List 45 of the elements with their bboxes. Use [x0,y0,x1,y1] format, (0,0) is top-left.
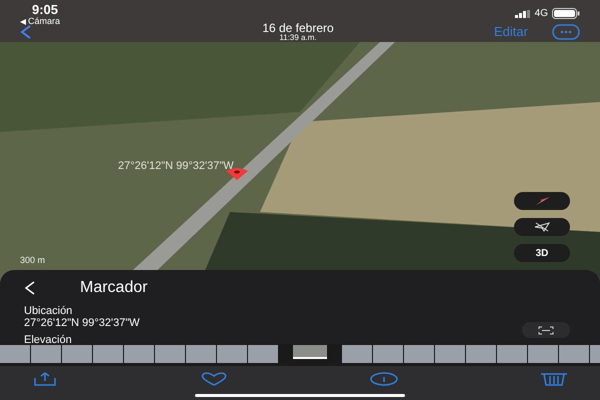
date-title: 16 de febrero [262,22,334,34]
photo-thumbnail[interactable] [497,345,527,363]
photo-thumbnail[interactable] [186,345,216,363]
photo-thumbnail[interactable] [0,345,30,363]
photo-thumbnail[interactable] [124,345,154,363]
more-icon[interactable] [552,24,580,40]
elevation-label: Elevación [24,335,72,346]
compass-icon [534,196,550,206]
photo-thumbnail[interactable] [293,345,327,359]
time-subtitle: 11:39 a.m. [279,34,317,42]
3d-view-button[interactable]: 3D [514,244,570,262]
back-to-app-link[interactable]: Cámara [28,17,60,26]
location-arrow-icon [534,222,550,232]
signal-icon [514,10,531,18]
panel-title: Marcador [80,278,148,298]
expand-button[interactable] [522,322,570,338]
photo-thumbnail[interactable] [155,345,185,363]
photo-thumbnail[interactable] [248,345,278,363]
location-value: 27°26'12"N 99°32'37"W [24,318,140,329]
back-arrow-icon [20,18,26,24]
scale-label: 300 m [20,254,46,267]
expand-icon [538,326,554,334]
status-time: 9:05 [32,3,60,16]
photo-thumbnail[interactable] [466,345,496,363]
compass-button[interactable] [514,192,570,210]
photo-thumbnail[interactable] [93,345,123,363]
photo-thumbnail[interactable] [342,345,372,363]
share-icon[interactable] [32,372,58,386]
coordinate-label: 27°26'12"N 99°32'37"W [118,159,234,174]
map-pin-icon[interactable] [226,168,248,180]
battery-icon [552,8,580,19]
photo-thumbnail[interactable] [373,345,403,363]
photo-thumbnail[interactable] [528,345,558,363]
info-icon[interactable] [369,372,400,386]
tracking-button[interactable] [514,218,570,236]
photo-thumbnail[interactable] [217,345,247,363]
location-label: Ubicación [24,306,72,317]
photo-thumbnail[interactable] [31,345,61,363]
photo-thumbnail[interactable] [435,345,465,363]
trash-icon[interactable] [540,372,568,386]
photo-thumbnail[interactable] [62,345,92,363]
heart-icon[interactable] [198,372,229,386]
photo-thumbnail[interactable] [404,345,434,363]
network-label: 4G [534,7,548,21]
photo-thumbnail[interactable] [559,345,589,363]
